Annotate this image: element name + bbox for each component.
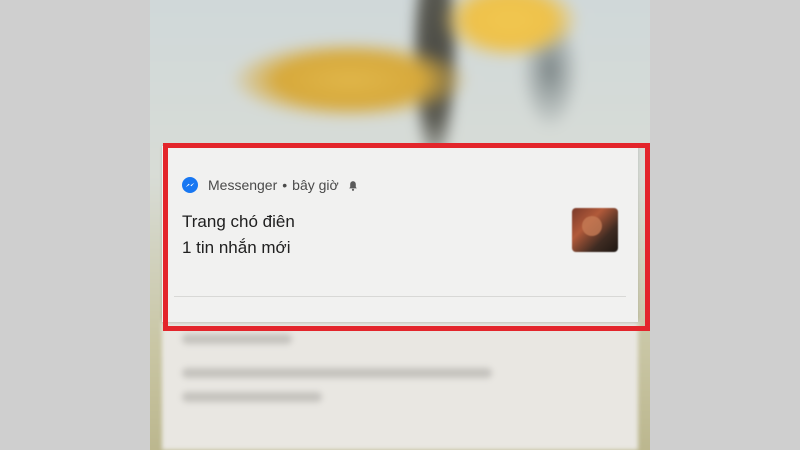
header-separator: • (282, 177, 288, 193)
blurred-header-line (182, 334, 292, 344)
blurred-text-line (182, 368, 492, 378)
card-divider (174, 296, 626, 297)
screenshot-stage: Messenger • bây giờ Trang chó điên 1 tin… (0, 0, 800, 450)
phone-screen: Messenger • bây giờ Trang chó điên 1 tin… (150, 0, 650, 450)
notification-time: bây giờ (292, 177, 339, 193)
messenger-icon (182, 177, 198, 193)
app-name: Messenger (208, 177, 278, 193)
notification-header: Messenger • bây giờ (182, 176, 359, 194)
notification-message: 1 tin nhắn mới (182, 238, 291, 257)
contact-avatar-thumbnail (572, 208, 618, 252)
blurred-text-line (182, 392, 322, 402)
bell-icon (347, 179, 359, 191)
notification-title: Trang chó điên (182, 212, 295, 231)
blurred-notification-card[interactable] (162, 320, 638, 450)
messenger-notification-card[interactable]: Messenger • bây giờ Trang chó điên 1 tin… (162, 146, 638, 322)
